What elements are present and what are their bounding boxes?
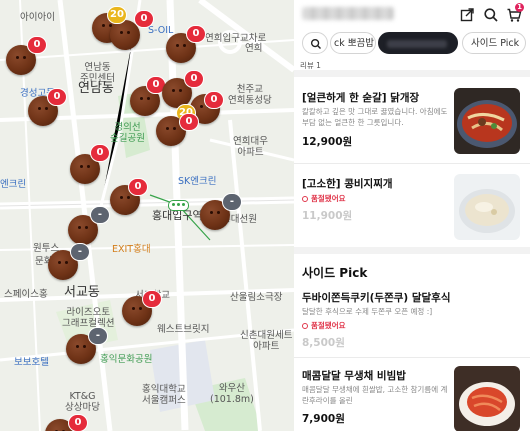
map-label-ktg: KT&G 상상마당 <box>65 391 100 413</box>
menu-item-description: 매콤달달 무생채에 흰쌀밥, 고소한 참기름에 계란후라이를 올린 <box>302 385 448 405</box>
map-label-cheonju: 천주교 연희동성당 <box>228 84 272 106</box>
map-label-hongik-seoul: 홍익대학교 서울캠퍼스 <box>142 384 186 406</box>
category-chip-side-pick[interactable]: 사이드 Pick <box>462 32 526 54</box>
panel-top-bar: 1 <box>294 0 530 30</box>
pin-badge: - <box>70 243 90 261</box>
map-label-exit-hongdae: EXIT홍대 <box>112 244 151 255</box>
category-chip-row: ck 뽀끔밥 사이드 Pick <box>294 32 530 56</box>
menu-item-photo[interactable] <box>454 174 520 240</box>
pin-badge: 0 <box>184 70 204 88</box>
pin-badge: 0 <box>68 414 88 431</box>
menu-item-price: 8,500원 <box>302 337 345 349</box>
map-label-laura: 라이즈오토 그래프컬렉션 <box>62 307 115 329</box>
sold-out-text: 품절됐어요 <box>311 194 346 203</box>
sold-out-label: 품절됐어요 <box>302 193 346 204</box>
map-label-sinchon: 신촌대원세트 아파트 <box>240 330 293 352</box>
sold-out-text: 품절됐어요 <box>311 321 346 330</box>
menu-item-description: 달달한 후식으로 수제 두쫀쿠 오픈 예정 :] <box>302 307 433 316</box>
pin-badge: 0 <box>27 36 47 54</box>
cart-count-badge: 1 <box>515 3 524 12</box>
map-label-sk-enclean: SK엔크린 <box>178 176 217 187</box>
store-name-blurred <box>302 7 394 20</box>
map-label-hongik-station: 홍대입구역 <box>152 209 203 222</box>
map-label-soil: S-OIL <box>148 25 174 36</box>
map-label-airang: 아이아이 <box>20 12 55 23</box>
kongbiji-photo <box>459 189 515 233</box>
menu-item-photo[interactable] <box>454 366 520 431</box>
menu-item-price: 7,900원 <box>302 413 345 425</box>
menu-item-photo[interactable] <box>454 88 520 154</box>
cluster-badge: 20 <box>107 6 127 24</box>
pin-badge: 0 <box>90 144 110 162</box>
pin-badge: 0 <box>179 113 199 131</box>
map-label-gyeongui: 경의선 숲길공원 <box>110 122 145 144</box>
pin-badge: 0 <box>186 25 206 43</box>
subway-station-icon <box>168 200 189 211</box>
pin-badge: 0 <box>142 290 162 308</box>
map-label-westbridge: 웨스트브릿지 <box>157 324 210 335</box>
map-label-hongmun: 홍익문화공원 <box>100 354 153 365</box>
item-divider <box>294 357 530 358</box>
section-divider <box>294 247 530 254</box>
menu-item-name[interactable]: [고소한] 콩비지찌개 <box>302 176 393 191</box>
share-icon[interactable] <box>459 7 475 23</box>
menu-item-description: 칼칼하고 깊은 맛 그대로 끓였습니다. 아침에도 부담 없는 얼큰한 한 그릇… <box>302 107 448 127</box>
pin-badge: 0 <box>128 178 148 196</box>
pin-badge: 0 <box>47 88 67 106</box>
category-chip-active[interactable] <box>378 32 458 54</box>
pin-badge: - <box>88 327 108 345</box>
pin-badge: 0 <box>134 10 154 28</box>
map-label-enclean: 엔크린 <box>0 179 27 190</box>
menu-panel[interactable]: 1 ck 뽀끔밥 사이드 Pick 리뷰 1 [얼큰하게 한 숟갈] 닭개장 칼… <box>294 0 530 431</box>
pin-badge: - <box>90 206 110 224</box>
map-view[interactable]: 아이아이 경성고등 연남동 주민센터 연남동 경의선 숲길공원 연희입구교차로 … <box>0 0 294 431</box>
map-label-seogyo: 서교동 <box>64 285 100 300</box>
map-label-bobo: 보보호텔 <box>14 357 49 368</box>
search-icon[interactable] <box>483 7 499 23</box>
map-label-sanullim: 산울림소극장 <box>230 292 283 303</box>
musaengchae-photo <box>459 382 515 426</box>
search-icon <box>310 38 322 50</box>
map-label-wausan: 와우산 (101.8m) <box>210 383 254 405</box>
pin-badge: - <box>222 193 242 211</box>
section-title: 사이드 Pick <box>302 266 368 280</box>
menu-item-name[interactable]: 두바이쫀득쿠키(두쫀쿠) 달달후식 <box>302 290 451 305</box>
map-label-yeonnam-dong: 연남동 <box>78 81 114 96</box>
sold-out-label: 품절됐어요 <box>302 320 346 331</box>
menu-item-name[interactable]: [얼큰하게 한 숟갈] 닭개장 <box>302 90 419 105</box>
pin-badge: 0 <box>204 91 224 109</box>
menu-item-price: 12,900원 <box>302 136 353 148</box>
menu-item-name[interactable]: 매콤달달 무생채 비빔밥 <box>302 368 406 383</box>
category-chip[interactable]: ck 뽀끔밥 <box>330 32 376 54</box>
menu-item-price: 11,900원 <box>302 210 353 222</box>
map-label-yeonhui: 연희 <box>245 43 263 54</box>
dakgaejang-photo <box>457 100 517 148</box>
item-divider <box>294 163 530 164</box>
map-label-yeonhui-apt: 연희대우 아파트 <box>233 136 268 158</box>
map-label-spaceshong: 스페이스홍 <box>4 289 48 300</box>
category-search-chip[interactable] <box>302 32 328 54</box>
section-divider <box>294 70 530 77</box>
